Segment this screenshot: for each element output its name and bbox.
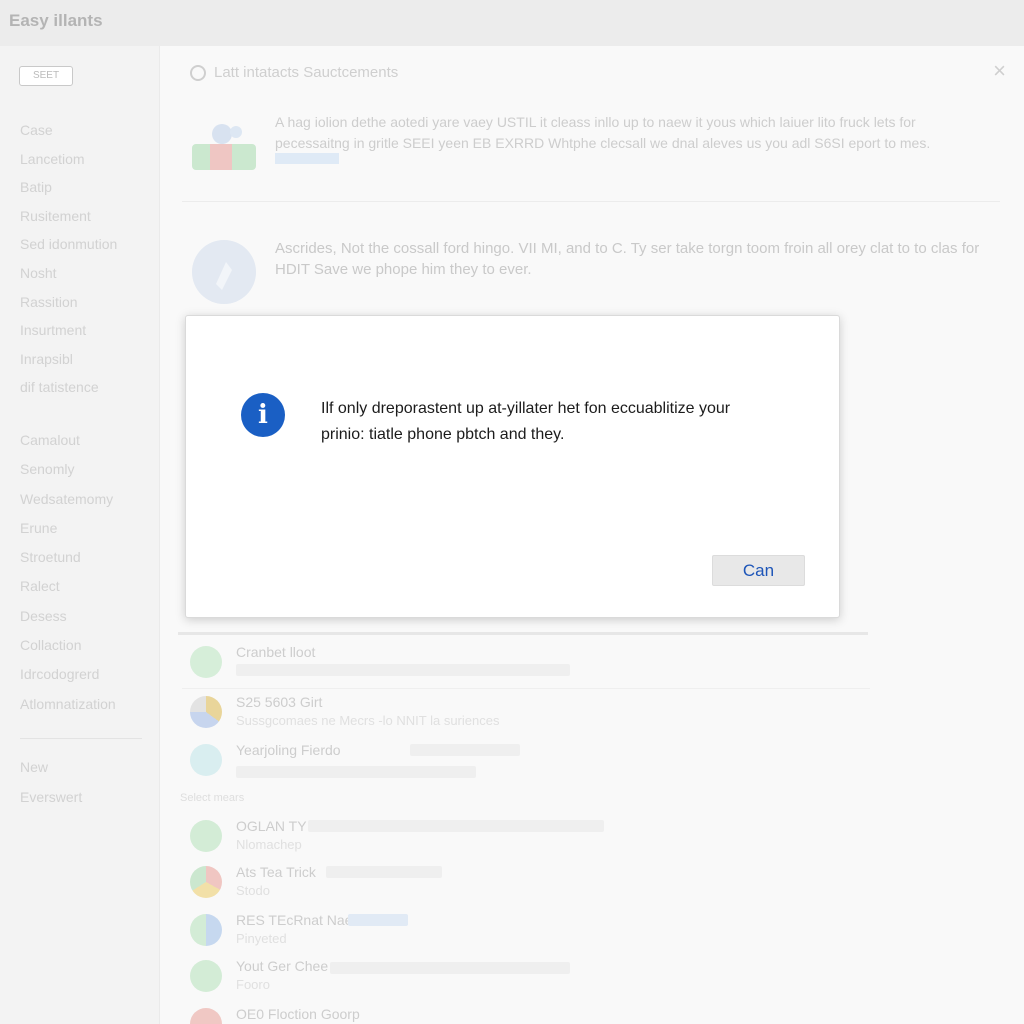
section-title: Latt intatacts Sauctcements: [214, 64, 399, 81]
pie-chart-icon: [190, 696, 222, 728]
app-icon: [190, 914, 222, 946]
sidebar-group-a: Case Lancetiom Batip Rusitement Sed idon…: [20, 116, 150, 402]
list-item[interactable]: Ats Tea Trick Stodo: [190, 864, 890, 910]
list-item[interactable]: Cranbet lloot: [190, 644, 890, 690]
list-item-subtitle: Nlomachep: [236, 837, 302, 852]
list-item[interactable]: Yearjoling Fierdo: [190, 742, 890, 788]
sidebar-item[interactable]: Rusitement: [20, 202, 150, 231]
app-icon: [190, 744, 222, 776]
avatar-icon: [192, 240, 256, 304]
list-item-title: OGLAN TY: [236, 818, 307, 834]
list-item[interactable]: OGLAN TY Nlomachep: [190, 818, 890, 864]
info-icon: i: [241, 393, 285, 437]
settings-circle-icon: [190, 64, 206, 81]
list-item-subtitle: Sussgcomaes ne Mecrs -lo NNIT la surienc…: [236, 713, 500, 728]
app-icon: [190, 960, 222, 992]
sidebar-item[interactable]: Case: [20, 116, 150, 145]
sidebar-item[interactable]: Idrcodogrerd: [20, 660, 150, 689]
app-title: Easy illants: [9, 11, 103, 30]
sidebar-item[interactable]: Lancetiom: [20, 145, 150, 174]
title-bar: Easy illants: [0, 0, 1024, 46]
dialog-message: Ilf only dreporastent up at-yillater het…: [321, 396, 791, 448]
divider: [182, 688, 870, 689]
dialog-message-line: Ilf only dreporastent up at-yillater het…: [321, 400, 731, 417]
list-item-subtitle: Pinyeted: [236, 931, 287, 946]
sidebar-item[interactable]: Collaction: [20, 631, 150, 660]
list-item[interactable]: OE0 Floction Goorp: [190, 1006, 890, 1024]
sidebar-item[interactable]: Inrapsibl: [20, 345, 150, 374]
section-header: Latt intatacts Sauctcements: [190, 64, 398, 81]
sidebar-top-button[interactable]: SEET: [19, 66, 73, 86]
sidebar-item[interactable]: Stroetund: [20, 543, 150, 572]
list-item-title: OE0 Floction Goorp: [236, 1006, 360, 1022]
app-icon: [190, 820, 222, 852]
list-item-title: Yout Ger Chee: [236, 958, 329, 974]
alert-dialog: i Ilf only dreporastent up at-yillater h…: [185, 315, 840, 618]
list-item[interactable]: Yout Ger Chee Fooro: [190, 958, 890, 1004]
description-paragraph: Ascrides, Not the cossall ford hingo. VI…: [275, 240, 980, 278]
placeholder-bar: [236, 766, 476, 778]
list-item-subtitle: Stodo: [236, 883, 270, 898]
app-icon: [190, 1008, 222, 1024]
sidebar-item[interactable]: Wedsatemomy: [20, 485, 150, 514]
placeholder-bar: [308, 820, 604, 832]
sidebar-item-new[interactable]: New: [20, 752, 150, 782]
sidebar-item[interactable]: dif tatistence: [20, 373, 150, 402]
info-glyph: i: [258, 400, 268, 430]
sidebar-item[interactable]: Erune: [20, 514, 150, 543]
sidebar-group-c: New Everswert: [20, 752, 150, 812]
sidebar-item[interactable]: Insurtment: [20, 316, 150, 345]
placeholder-bar: [330, 962, 570, 974]
list-item-title: Cranbet lloot: [236, 644, 316, 660]
sidebar: SEET Case Lancetiom Batip Rusitement Sed…: [0, 46, 160, 1024]
sidebar-item[interactable]: Senomly: [20, 455, 150, 484]
sidebar-item[interactable]: Everswert: [20, 782, 150, 812]
cancel-button[interactable]: Can: [712, 555, 805, 586]
list-item-title: S25 5603 Girt: [236, 694, 323, 710]
section-label: Select mears: [180, 792, 245, 804]
divider: [178, 632, 868, 635]
sidebar-item[interactable]: Desess: [20, 602, 150, 631]
list-item-subtitle: Fooro: [236, 977, 270, 992]
illustration-icon: [192, 124, 256, 170]
chart-icon: [190, 646, 222, 678]
sidebar-item[interactable]: Atlomnatization: [20, 690, 150, 719]
learn-more-link[interactable]: [275, 153, 339, 164]
list-item[interactable]: S25 5603 Girt Sussgcomaes ne Mecrs -lo N…: [190, 694, 890, 740]
sidebar-item[interactable]: Ralect: [20, 572, 150, 601]
sidebar-item[interactable]: Nosht: [20, 259, 150, 288]
dialog-message-line: prinio: tiatle phone pbtch and they.: [321, 426, 565, 443]
sidebar-item[interactable]: Sed idonmution: [20, 230, 150, 259]
list-item-title: RES TEcRnat Nae: [236, 912, 353, 928]
sidebar-group-b: Camalout Senomly Wedsatemomy Erune Stroe…: [20, 426, 150, 719]
list-item[interactable]: RES TEcRnat Nae Pinyeted: [190, 912, 890, 958]
info-paragraph: A hag iolion dethe aotedi yare vaey USTI…: [275, 114, 931, 151]
sidebar-item[interactable]: Batip: [20, 173, 150, 202]
divider: [182, 201, 1000, 202]
progress-bar: [236, 664, 570, 676]
sidebar-item[interactable]: Rassition: [20, 288, 150, 317]
list-item-title: Ats Tea Trick: [236, 864, 316, 880]
placeholder-bar: [348, 914, 408, 926]
close-icon[interactable]: ×: [993, 60, 1006, 82]
sidebar-item[interactable]: Camalout: [20, 426, 150, 455]
placeholder-bar: [410, 744, 520, 756]
list-item-title: Yearjoling Fierdo: [236, 742, 341, 758]
browser-icon: [190, 866, 222, 898]
sidebar-divider: [20, 738, 142, 739]
placeholder-bar: [326, 866, 442, 878]
